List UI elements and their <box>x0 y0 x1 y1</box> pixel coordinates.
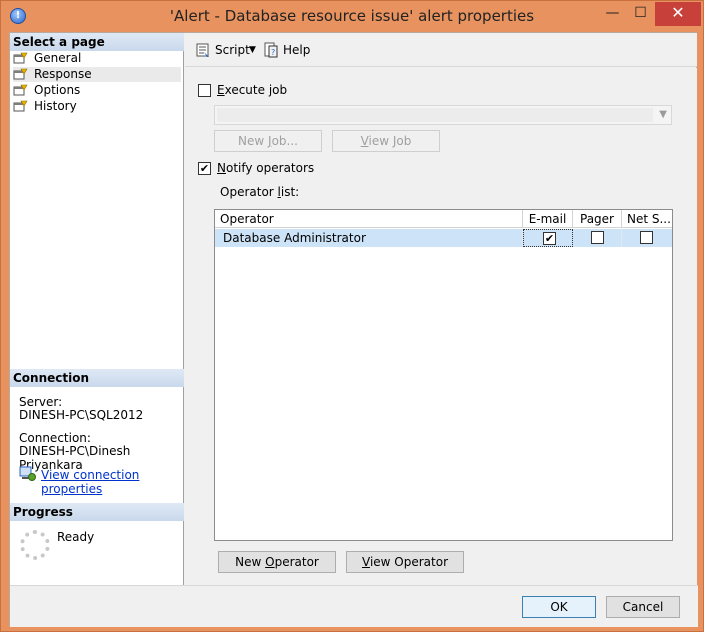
page-wrench-icon <box>13 52 28 64</box>
pager-checkbox[interactable] <box>591 231 604 244</box>
sidebar-item-label: Options <box>34 83 81 97</box>
job-combobox: ▼ <box>214 105 672 125</box>
chevron-down-icon: ▼ <box>659 109 667 120</box>
title-bar[interactable]: ! 'Alert - Database resource issue' aler… <box>1 1 703 32</box>
script-button[interactable]: Script <box>195 42 250 58</box>
page-wrench-icon <box>13 84 28 96</box>
notify-operators-checkbox[interactable]: ✔ <box>198 162 211 175</box>
label-mnemonic: V <box>360 134 369 148</box>
progress-header: Progress <box>10 503 184 521</box>
label-part: New <box>235 555 266 569</box>
sidebar-item-response[interactable]: Response <box>13 67 181 82</box>
label-part: iew Operator <box>369 555 448 569</box>
window-title: 'Alert - Database resource issue' alert … <box>169 7 535 25</box>
net-send-cell[interactable] <box>622 229 672 247</box>
minimize-button[interactable]: — <box>599 2 626 26</box>
help-label: Help <box>283 43 311 57</box>
view-connection-properties-link[interactable]: View connection properties <box>41 468 183 496</box>
help-button[interactable]: ? Help <box>263 42 310 58</box>
new-operator-button[interactable]: New Operator <box>218 551 336 573</box>
dialog-client-area: Select a page General Response Options H… <box>9 32 698 627</box>
job-combobox-field <box>217 108 653 122</box>
svg-text:?: ? <box>271 48 275 57</box>
cancel-button[interactable]: Cancel <box>606 596 680 618</box>
label-part: ob... <box>271 134 298 148</box>
email-cell[interactable]: ✔ <box>523 229 573 247</box>
connection-label: Connection: <box>19 431 91 445</box>
operator-grid[interactable]: Operator E-mail Pager Net S... Database … <box>214 209 673 541</box>
label-mnemonic: E <box>217 83 225 97</box>
label-part: Operator <box>220 185 278 199</box>
table-row[interactable]: Database Administrator ✔ <box>215 229 672 247</box>
left-pane: Select a page General Response Options H… <box>10 33 184 585</box>
column-header-pager[interactable]: Pager <box>573 210 622 228</box>
sidebar-item-general[interactable]: General <box>13 51 181 66</box>
progress-status: Ready <box>57 530 95 544</box>
new-job-button: New Job... <box>214 130 322 152</box>
execute-job-checkbox[interactable] <box>198 84 211 97</box>
label-part: otify operators <box>225 161 315 175</box>
sidebar-item-options[interactable]: Options <box>13 83 181 98</box>
label-part: perator <box>274 555 319 569</box>
label-mnemonic: V <box>361 555 370 569</box>
close-button[interactable]: ✕ <box>655 2 701 26</box>
label-part: iew Job <box>368 134 412 148</box>
dialog-footer: OK Cancel <box>10 585 698 627</box>
script-icon <box>196 43 209 57</box>
server-label: Server: <box>19 395 63 409</box>
connection-properties-icon <box>19 466 36 481</box>
select-page-header: Select a page <box>10 33 184 51</box>
server-value: DINESH-PC\SQL2012 <box>19 408 144 422</box>
label-part: New <box>238 134 269 148</box>
label-mnemonic: N <box>217 161 226 175</box>
operator-name-cell: Database Administrator <box>215 229 523 247</box>
view-operator-button[interactable]: View Operator <box>346 551 464 573</box>
script-dropdown-arrow-icon[interactable]: ▼ <box>249 42 256 58</box>
label-part: xecute job <box>224 83 288 97</box>
label-mnemonic: O <box>265 555 275 569</box>
sidebar-item-label: Response <box>34 67 92 81</box>
maximize-button[interactable]: ☐ <box>627 2 654 26</box>
dialog-window: ! 'Alert - Database resource issue' aler… <box>0 0 704 632</box>
script-label: Script <box>215 43 250 57</box>
view-job-button: View Job <box>332 130 440 152</box>
column-header-net-send[interactable]: Net S... <box>622 210 672 228</box>
operator-list-label: Operator list: <box>220 185 299 199</box>
page-wrench-icon <box>13 68 28 80</box>
email-checkbox[interactable]: ✔ <box>543 232 556 245</box>
response-page: Execute job ▼ New Job... View Job ✔ Noti… <box>185 68 697 585</box>
column-header-operator[interactable]: Operator <box>215 210 523 228</box>
sidebar-item-label: General <box>34 51 82 65</box>
sidebar-item-history[interactable]: History <box>13 99 181 114</box>
execute-job-label[interactable]: Execute job <box>217 83 287 97</box>
pager-cell[interactable] <box>573 229 622 247</box>
ok-button[interactable]: OK <box>522 596 596 618</box>
help-icon: ? <box>264 42 278 58</box>
label-part: ist: <box>280 185 300 199</box>
toolbar: Script ▼ ? Help <box>185 33 697 67</box>
sidebar-item-label: History <box>34 99 77 113</box>
page-wrench-icon <box>13 100 28 112</box>
net-send-checkbox[interactable] <box>640 231 653 244</box>
notify-operators-label[interactable]: Notify operators <box>217 161 314 175</box>
column-header-email[interactable]: E-mail <box>523 210 573 228</box>
grid-header-row: Operator E-mail Pager Net S... <box>215 210 672 228</box>
progress-spinner-icon <box>20 530 50 560</box>
connection-header: Connection <box>10 369 184 387</box>
